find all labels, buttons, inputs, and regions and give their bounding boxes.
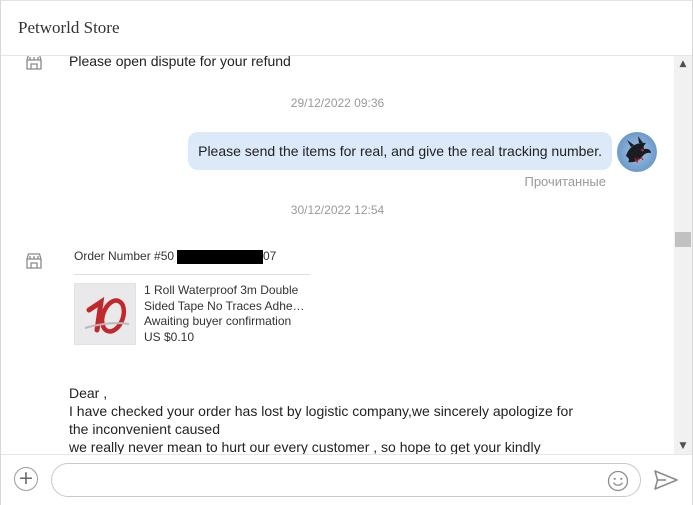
chevron-up-icon[interactable]: ▲ [674, 56, 692, 72]
product-thumbnail[interactable] [74, 283, 136, 345]
store-name[interactable]: Petworld Store [18, 18, 120, 38]
chevron-down-icon[interactable]: ▼ [674, 438, 692, 454]
buyer-message-bubble: Please send the items for real, and give… [188, 132, 612, 170]
message-line: I have checked your order has lost by lo… [69, 403, 573, 419]
seller-message: Dear , I have checked your order has los… [69, 384, 609, 454]
message-input-container[interactable] [51, 463, 641, 497]
scrollbar-thumb[interactable] [675, 232, 691, 247]
message-list[interactable]: Please open dispute for your refund 29/1… [1, 56, 674, 454]
card-divider [74, 274, 310, 275]
message-timestamp: 29/12/2022 09:36 [290, 96, 385, 110]
redaction-bar [177, 250, 263, 264]
plus-circle-icon[interactable]: + [14, 467, 38, 491]
order-status: Awaiting buyer confirmation [144, 314, 292, 328]
store-icon [25, 56, 43, 70]
message-timestamp: 30/12/2022 12:54 [290, 203, 385, 217]
message-input[interactable] [66, 470, 596, 490]
store-icon [25, 253, 43, 269]
seller-message: Please open dispute for your refund [69, 56, 291, 69]
message-scrollbar[interactable]: ▲ ▼ [674, 56, 692, 454]
read-status: Прочитанные [524, 174, 606, 189]
message-line: the inconvenient caused [69, 421, 220, 437]
product-row[interactable]: 1 Roll Waterproof 3m Double Sided Tape N… [74, 283, 310, 351]
product-price: US $0.10 [144, 329, 195, 344]
product-info: 1 Roll Waterproof 3m Double Sided Tape N… [144, 283, 310, 345]
smiley-icon[interactable] [607, 470, 629, 492]
chat-window: Petworld Store Please open dispute for y… [0, 0, 693, 505]
order-number-suffix: 07 [263, 249, 277, 263]
order-number-prefix: Order Number #50 [74, 249, 175, 263]
composer-bar: + [1, 454, 692, 505]
send-icon[interactable] [654, 470, 678, 490]
product-title[interactable]: 1 Roll Waterproof 3m Double [144, 283, 310, 299]
message-line: Dear , [69, 385, 108, 401]
order-card[interactable]: Order Number #50 07 1 Roll Waterproof 3m… [74, 248, 310, 351]
dragon-avatar [617, 132, 657, 172]
message-line: we really never mean to hurt our every c… [69, 439, 541, 454]
chat-header: Petworld Store [1, 1, 692, 56]
order-number[interactable]: Order Number #50 07 [74, 248, 310, 274]
product-title-line2[interactable]: Sided Tape No Traces Adhe… [144, 299, 310, 315]
